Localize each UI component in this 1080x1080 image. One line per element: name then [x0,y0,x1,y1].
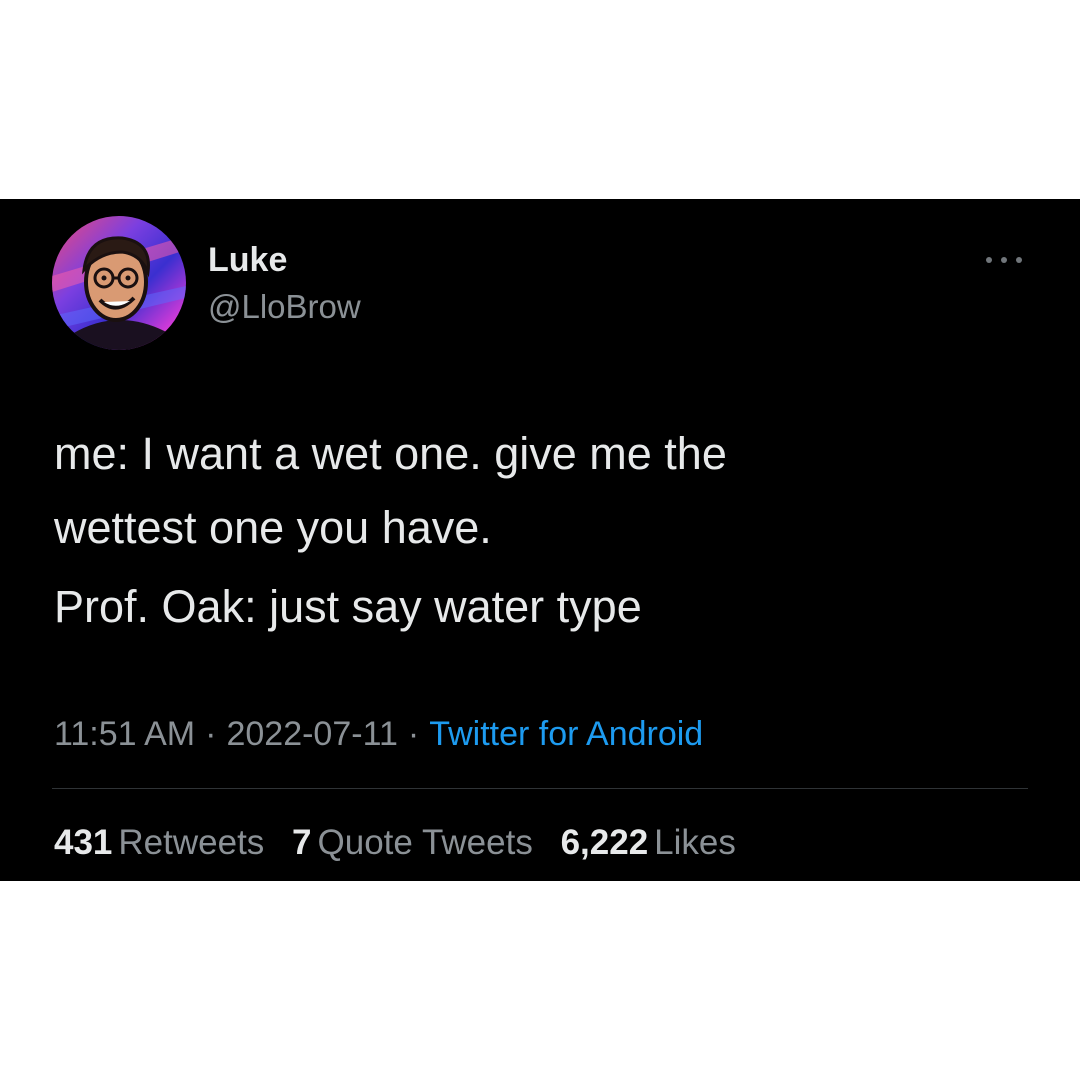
tweet-date[interactable]: 2022-07-11 [226,715,397,753]
quote-tweets-stat[interactable]: 7 Quote Tweets [292,823,533,862]
quote-tweets-label: Quote Tweets [317,823,533,862]
likes-stat[interactable]: 6,222 Likes [561,823,736,862]
tweet-meta: 11:51 AM · 2022-07-11 · Twitter for Android [54,713,703,755]
avatar[interactable] [52,216,186,350]
author-display-name[interactable]: Luke [208,239,287,281]
retweets-stat[interactable]: 431 Retweets [54,823,264,862]
divider [52,788,1028,789]
page: Luke @LloBrow me: I want a wet one. give… [0,0,1080,1080]
avatar-image [52,216,186,350]
retweets-label: Retweets [118,823,265,862]
author-handle[interactable]: @LloBrow [208,286,361,328]
tweet-text: me: I want a wet one. give me the wettes… [54,417,1014,644]
tweet-time[interactable]: 11:51 AM [54,715,195,753]
quote-tweets-count: 7 [292,823,312,862]
likes-label: Likes [654,823,736,862]
likes-count: 6,222 [560,823,649,862]
retweets-count: 431 [54,823,113,862]
tweet-paragraph: me: I want a wet one. give me the wettes… [54,428,727,553]
tweet-stats: 431 Retweets 7 Quote Tweets 6,222 Likes [54,821,754,865]
tweet-paragraph: Prof. Oak: just say water type [54,581,642,632]
separator: · [205,715,217,753]
more-options-button[interactable] [982,247,1030,271]
separator: · [407,715,420,753]
tweet-card: Luke @LloBrow me: I want a wet one. give… [0,199,1080,881]
tweet-source-link[interactable]: Twitter for Android [429,715,703,753]
